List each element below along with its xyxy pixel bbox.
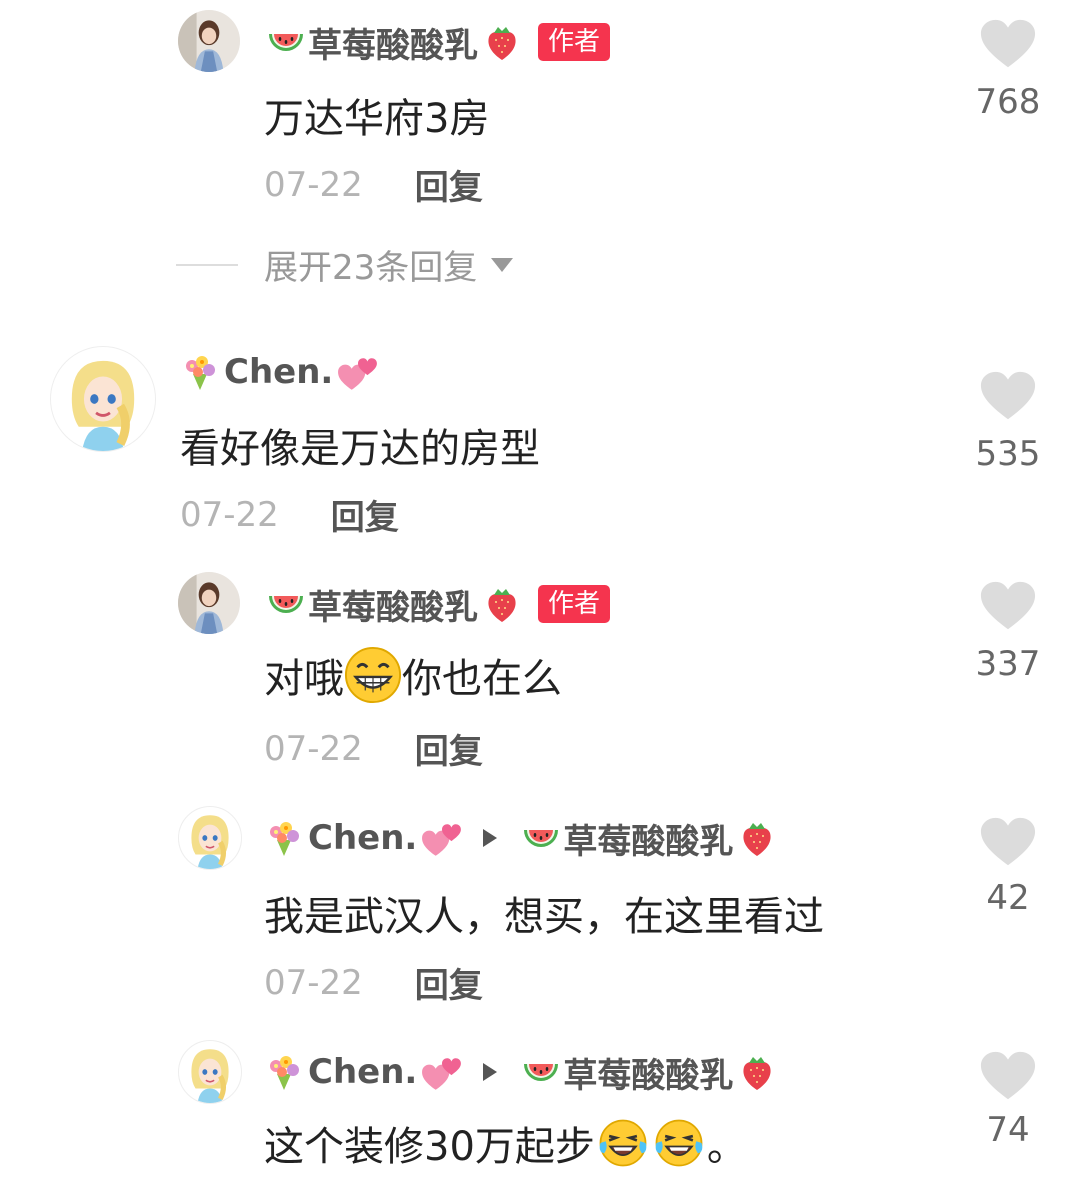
author-badge: 作者 (538, 585, 611, 623)
avatar[interactable] (178, 806, 242, 870)
comment-date: 07-22 (264, 962, 363, 1003)
comment-item: 草莓酸酸乳 作者 万达华府3房 07-22 回复 768 (0, 0, 1080, 240)
like-count: 42 (986, 878, 1030, 918)
bouquet-icon (264, 1052, 304, 1092)
reply-to-username[interactable]: 草莓酸酸乳 (563, 1048, 733, 1097)
like-count: 337 (975, 644, 1041, 684)
avatar[interactable] (50, 346, 156, 452)
strawberry-icon (737, 1052, 777, 1092)
strawberry-icon (482, 584, 522, 624)
comment-item: Chen. 草莓酸酸乳 这个装修30万起步 。 74 (0, 1030, 1080, 1170)
comment-item: Chen. 看好像是万达的房型 07-22 回复 535 (0, 330, 1080, 560)
avatar[interactable] (178, 1040, 242, 1104)
grin-emoji (344, 646, 402, 704)
author-badge: 作者 (538, 23, 611, 61)
comment-date: 07-22 (264, 728, 363, 769)
username[interactable]: 草莓酸酸乳 (308, 18, 478, 67)
reply-to-arrow-icon (483, 1063, 498, 1081)
watermelon-icon (264, 584, 304, 624)
heart-icon[interactable] (979, 1050, 1037, 1106)
comment-date: 07-22 (264, 164, 363, 205)
strawberry-icon (482, 22, 522, 62)
comment-date: 07-22 (180, 494, 279, 535)
comment-text-part: 。 (706, 1124, 747, 1170)
username[interactable]: Chen. (308, 1052, 417, 1092)
comment-text: 对哦 你也在么 (264, 646, 562, 704)
watermelon-icon (264, 22, 304, 62)
username[interactable]: Chen. (224, 352, 333, 392)
comment-text-part: 你也在么 (402, 656, 562, 702)
bouquet-icon (264, 818, 304, 858)
comment-meta: 07-22 回复 (264, 160, 483, 209)
expand-replies-button[interactable]: 展开23条回复 (176, 240, 514, 289)
like-button[interactable]: 768 (968, 18, 1048, 122)
two-hearts-icon (337, 352, 377, 392)
expand-replies-label[interactable]: 展开23条回复 (264, 240, 477, 289)
laugh-cry-emoji (651, 1117, 707, 1169)
like-button[interactable]: 74 (968, 1050, 1048, 1150)
reply-button[interactable]: 回复 (331, 490, 399, 539)
two-hearts-icon (421, 818, 461, 858)
comment-meta: 07-22 回复 (264, 958, 483, 1007)
heart-icon[interactable] (979, 370, 1037, 426)
comment-meta: 07-22 回复 (264, 724, 483, 773)
username[interactable]: 草莓酸酸乳 (308, 580, 478, 629)
watermelon-icon (519, 1052, 559, 1092)
laugh-cry-emoji (595, 1117, 651, 1169)
like-count: 74 (986, 1110, 1030, 1150)
comment-header: Chen. 草莓酸酸乳 (264, 812, 777, 864)
like-button[interactable]: 42 (968, 816, 1048, 918)
bouquet-icon (180, 352, 220, 392)
comment-text: 万达华府3房 (264, 96, 490, 142)
heart-icon[interactable] (979, 816, 1037, 872)
heart-icon[interactable] (979, 580, 1037, 636)
comment-text-part: 这个装修30万起步 (264, 1124, 595, 1170)
comment-header: Chen. (180, 346, 377, 398)
comment-header: Chen. 草莓酸酸乳 (264, 1046, 777, 1098)
comment-text: 我是武汉人，想买，在这里看过 (264, 894, 824, 940)
reply-button[interactable]: 回复 (415, 724, 483, 773)
username[interactable]: Chen. (308, 818, 417, 858)
reply-button[interactable]: 回复 (415, 160, 483, 209)
heart-icon[interactable] (979, 18, 1037, 74)
comment-header: 草莓酸酸乳 作者 (264, 16, 611, 68)
comment-header: 草莓酸酸乳 作者 (264, 578, 611, 630)
comment-meta: 07-22 回复 (180, 490, 399, 539)
avatar[interactable] (178, 572, 240, 634)
comment-text: 这个装修30万起步 。 (264, 1114, 747, 1172)
like-count: 768 (975, 82, 1041, 122)
reply-button[interactable]: 回复 (415, 958, 483, 1007)
like-button[interactable]: 337 (968, 580, 1048, 684)
divider (176, 263, 238, 266)
avatar[interactable] (178, 10, 240, 72)
reply-to-username[interactable]: 草莓酸酸乳 (563, 814, 733, 863)
comment-text-part: 对哦 (264, 656, 344, 702)
comment-item: 草莓酸酸乳 作者 对哦 你也在么 07-22 回复 337 (0, 562, 1080, 792)
like-count: 535 (975, 434, 1041, 474)
watermelon-icon (519, 818, 559, 858)
caret-down-icon (491, 257, 514, 272)
comment-item: Chen. 草莓酸酸乳 我是武汉人，想买，在这里看过 07-22 回复 42 (0, 796, 1080, 1026)
reply-to-arrow-icon (483, 829, 498, 847)
two-hearts-icon (421, 1052, 461, 1092)
strawberry-icon (737, 818, 777, 858)
like-button[interactable]: 535 (968, 370, 1048, 474)
comment-text: 看好像是万达的房型 (180, 426, 540, 472)
